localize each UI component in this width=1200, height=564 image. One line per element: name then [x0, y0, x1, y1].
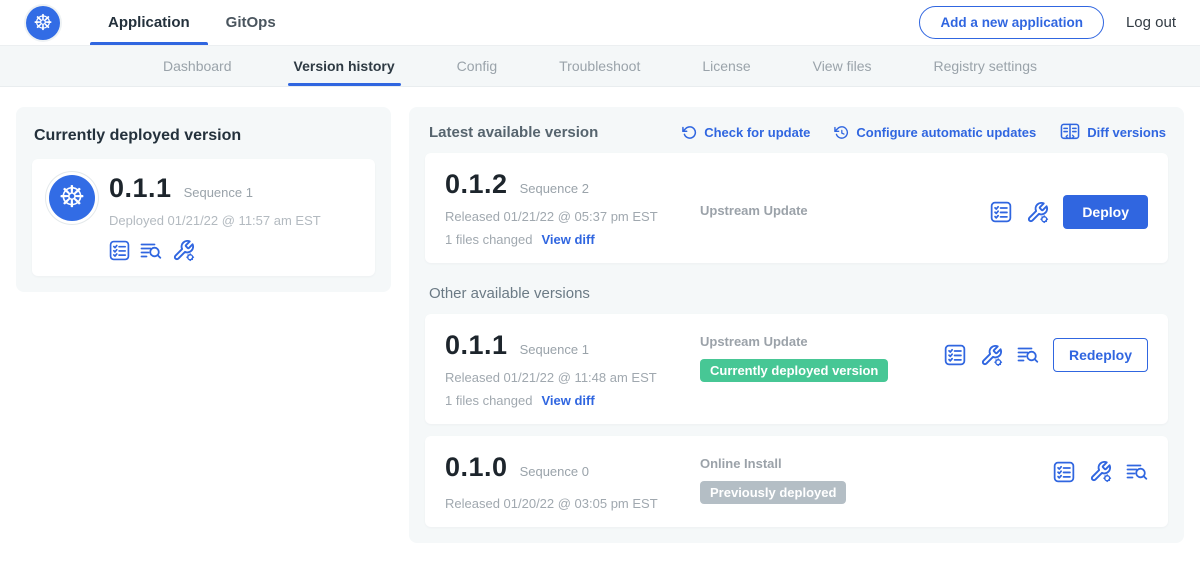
- kubernetes-app-icon: ☸: [49, 175, 95, 221]
- header-right: Add a new application Log out: [919, 0, 1176, 45]
- subnav-tab-license[interactable]: License: [700, 46, 752, 86]
- version-source-label: Online Install: [700, 456, 1053, 471]
- released-timestamp: Released 01/20/22 @ 03:05 pm EST: [445, 496, 700, 511]
- edit-config-icon[interactable]: [980, 344, 1003, 367]
- active-tab-underline: [90, 42, 208, 45]
- subnav-tab-view-files[interactable]: View files: [811, 46, 874, 86]
- currently-deployed-badge: Currently deployed version: [700, 359, 888, 382]
- app-level-tabs: Application GitOps: [90, 0, 294, 45]
- subnav-tab-dashboard[interactable]: Dashboard: [161, 46, 234, 86]
- configure-automatic-updates-label: Configure automatic updates: [856, 125, 1036, 140]
- version-history-panel: Latest available version Check for updat…: [409, 107, 1184, 543]
- sequence-label: Sequence 1: [520, 342, 589, 357]
- subnav-tab-config[interactable]: Config: [455, 46, 499, 86]
- edit-config-icon[interactable]: [1026, 201, 1049, 224]
- version-source-label: Upstream Update: [700, 203, 990, 218]
- check-for-update-link[interactable]: Check for update: [682, 125, 810, 140]
- version-number: 0.1.2: [445, 169, 508, 200]
- tab-application[interactable]: Application: [90, 0, 208, 45]
- view-diff-link[interactable]: View diff: [541, 232, 594, 247]
- main-content: Currently deployed version ☸ 0.1.1 Seque…: [0, 87, 1200, 563]
- tab-gitops-label: GitOps: [226, 14, 276, 31]
- currently-deployed-title: Currently deployed version: [34, 127, 373, 145]
- deployed-sequence-label: Sequence 1: [184, 185, 253, 200]
- released-timestamp: Released 01/21/22 @ 11:48 am EST: [445, 370, 700, 385]
- deploy-logs-icon[interactable]: [1017, 345, 1039, 365]
- preflight-checks-icon[interactable]: [109, 240, 130, 261]
- edit-config-icon[interactable]: [1089, 460, 1112, 483]
- previously-deployed-badge: Previously deployed: [700, 481, 846, 504]
- deployed-version-card: ☸ 0.1.1 Sequence 1 Deployed 01/21/22 @ 1…: [32, 159, 375, 276]
- subnav-tab-version-history[interactable]: Version history: [292, 46, 397, 86]
- add-new-application-button[interactable]: Add a new application: [919, 6, 1104, 39]
- active-subnav-underline: [288, 83, 401, 86]
- files-changed-label: 1 files changed: [445, 232, 532, 247]
- preflight-checks-icon[interactable]: [990, 201, 1012, 223]
- version-card-0-1-2: 0.1.2 Sequence 2 Released 01/21/22 @ 05:…: [425, 153, 1168, 263]
- circular-refresh-icon: [682, 125, 697, 140]
- edit-config-icon[interactable]: [172, 239, 195, 262]
- check-for-update-label: Check for update: [704, 125, 810, 140]
- view-diff-link[interactable]: View diff: [541, 393, 594, 408]
- configure-automatic-updates-link[interactable]: Configure automatic updates: [834, 125, 1036, 140]
- subnav-tab-version-history-label: Version history: [294, 58, 395, 74]
- deploy-logs-icon[interactable]: [1126, 462, 1148, 482]
- subnav-tab-dashboard-label: Dashboard: [163, 58, 232, 74]
- logout-button[interactable]: Log out: [1126, 14, 1176, 31]
- diff-columns-icon: [1060, 123, 1080, 141]
- other-available-versions-title: Other available versions: [429, 285, 1168, 302]
- deploy-logs-icon[interactable]: [140, 241, 162, 261]
- kubernetes-logo-icon: ☸: [26, 6, 60, 40]
- version-card-0-1-1: 0.1.1 Sequence 1 Released 01/21/22 @ 11:…: [425, 314, 1168, 424]
- preflight-checks-icon[interactable]: [944, 344, 966, 366]
- files-changed-label: 1 files changed: [445, 393, 532, 408]
- deployed-version-number: 0.1.1: [109, 173, 172, 204]
- subnav-tab-troubleshoot-label: Troubleshoot: [559, 58, 640, 74]
- currently-deployed-panel: Currently deployed version ☸ 0.1.1 Seque…: [16, 107, 391, 292]
- subnav-tab-license-label: License: [702, 58, 750, 74]
- deployed-timestamp: Deployed 01/21/22 @ 11:57 am EST: [109, 213, 321, 228]
- diff-versions-link[interactable]: Diff versions: [1060, 123, 1166, 141]
- version-number: 0.1.0: [445, 452, 508, 483]
- subnav-tab-troubleshoot[interactable]: Troubleshoot: [557, 46, 642, 86]
- tab-gitops[interactable]: GitOps: [208, 0, 294, 45]
- version-card-0-1-0: 0.1.0 Sequence 0 Released 01/20/22 @ 03:…: [425, 436, 1168, 527]
- preflight-checks-icon[interactable]: [1053, 461, 1075, 483]
- subnav-tab-registry-settings[interactable]: Registry settings: [932, 46, 1039, 86]
- redeploy-button[interactable]: Redeploy: [1053, 338, 1148, 372]
- released-timestamp: Released 01/21/22 @ 05:37 pm EST: [445, 209, 700, 224]
- diff-versions-label: Diff versions: [1087, 125, 1166, 140]
- version-number: 0.1.1: [445, 330, 508, 361]
- sequence-label: Sequence 2: [520, 181, 589, 196]
- clock-refresh-icon: [834, 125, 849, 140]
- subnav-tab-registry-settings-label: Registry settings: [934, 58, 1037, 74]
- subnav-tab-config-label: Config: [457, 58, 497, 74]
- sequence-label: Sequence 0: [520, 464, 589, 479]
- subnav-tab-view-files-label: View files: [813, 58, 872, 74]
- latest-available-title: Latest available version: [429, 124, 598, 141]
- tab-application-label: Application: [108, 14, 190, 31]
- app-logo-wrap: ☸: [26, 0, 60, 45]
- deploy-button[interactable]: Deploy: [1063, 195, 1148, 229]
- app-subnav: Dashboard Version history Config Trouble…: [0, 46, 1200, 87]
- version-source-label: Upstream Update: [700, 334, 944, 349]
- top-header: ☸ Application GitOps Add a new applicati…: [0, 0, 1200, 46]
